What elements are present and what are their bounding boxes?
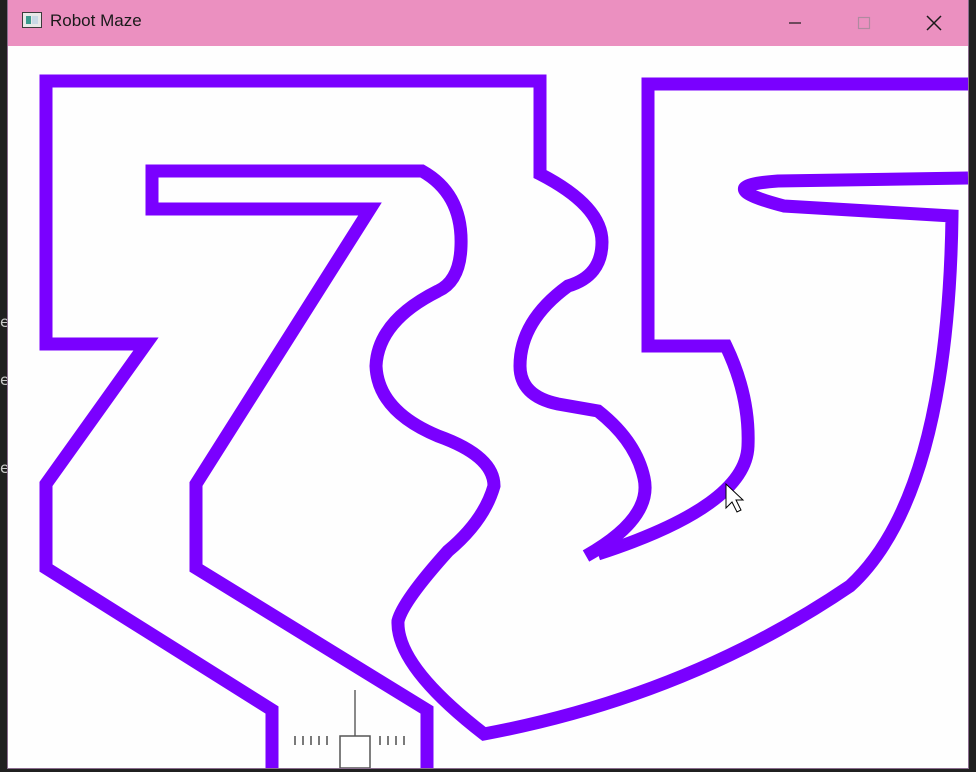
title-bar[interactable]: Robot Maze — [8, 0, 968, 46]
maze-canvas[interactable] — [8, 46, 968, 768]
maximize-button[interactable] — [829, 0, 899, 46]
maze-drawing — [39, 74, 968, 768]
app-window-icon — [22, 12, 42, 28]
close-button[interactable] — [899, 0, 968, 46]
robot-sensor-icon — [294, 690, 405, 768]
window-title: Robot Maze — [50, 11, 142, 30]
minimize-icon — [789, 22, 801, 24]
maximize-icon — [857, 16, 871, 30]
close-icon — [926, 15, 942, 31]
minimize-button[interactable] — [760, 0, 830, 46]
maze-wall-inner-zigzag — [145, 164, 968, 768]
robot-maze-window: Robot Maze — [8, 0, 968, 768]
